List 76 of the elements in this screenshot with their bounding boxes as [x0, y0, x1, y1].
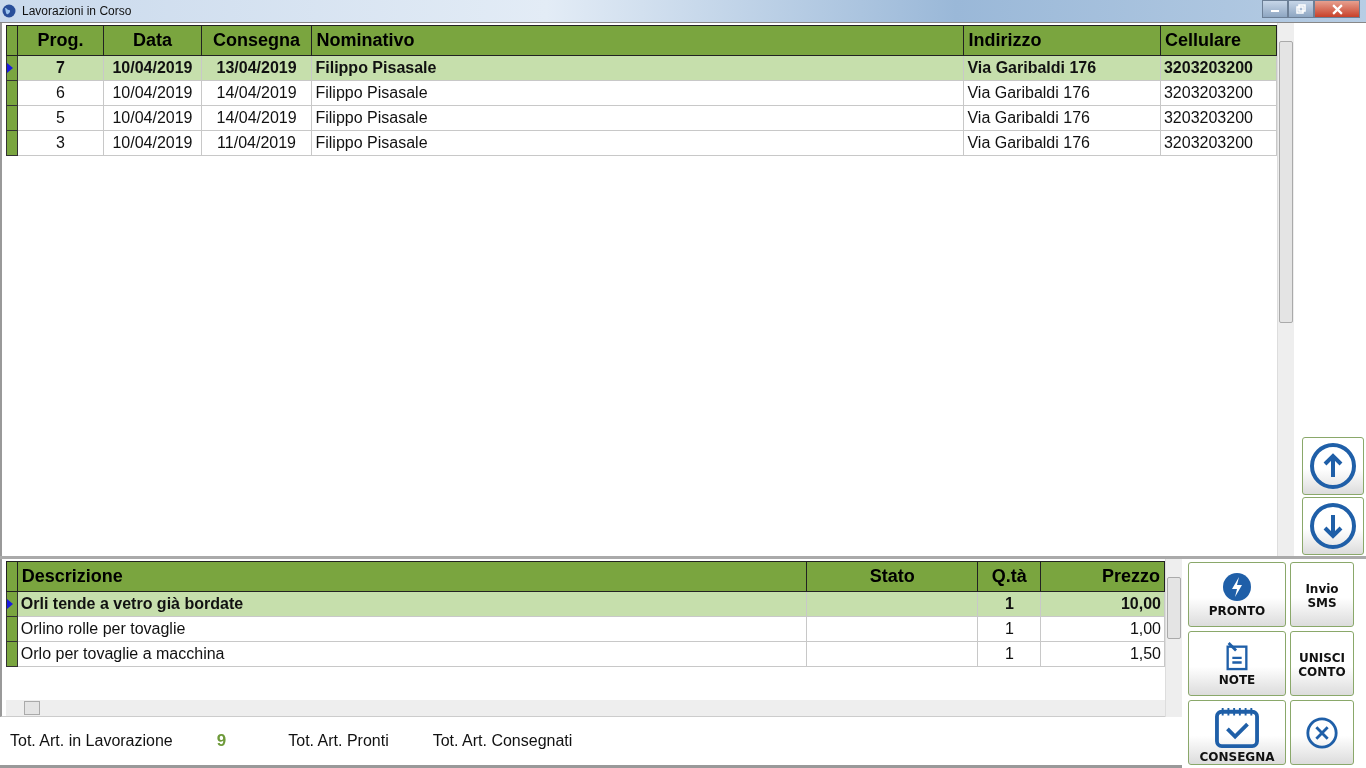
table-cell: 14/04/2019: [201, 105, 312, 131]
column-header: Data: [103, 25, 202, 56]
table-cell: Orlino rolle per tovaglie: [17, 616, 807, 642]
table-cell: 3203203200: [1160, 130, 1277, 156]
action-button[interactable]: NOTE: [1188, 631, 1286, 696]
column-header: Descrizione: [17, 561, 807, 592]
vertical-scrollbar[interactable]: [1277, 23, 1295, 556]
total-label: Tot. Art. Consegnati: [432, 732, 573, 750]
table-cell: 5: [17, 105, 104, 131]
minimize-button[interactable]: [1262, 0, 1288, 18]
table-cell: 14/04/2019: [201, 80, 312, 106]
action-button[interactable]: Invio SMS: [1290, 562, 1354, 627]
column-header: Stato: [806, 561, 978, 592]
table-cell: 10/04/2019: [103, 80, 202, 106]
table-cell: 13/04/2019: [201, 55, 312, 81]
table-cell: 10/04/2019: [103, 130, 202, 156]
header-corner: [6, 25, 18, 56]
close-icon: [1305, 715, 1339, 750]
total-label: Tot. Art. Pronti: [288, 732, 389, 750]
window-title: Lavorazioni in Corso: [22, 4, 132, 18]
row-indicator[interactable]: [6, 105, 18, 131]
scroll-up-button[interactable]: [1302, 437, 1364, 495]
table-cell: Orli tende a vetro già bordate: [17, 591, 807, 617]
row-indicator[interactable]: [6, 591, 18, 617]
table-cell: 3203203200: [1160, 105, 1277, 131]
action-button[interactable]: UNISCI CONTO: [1290, 631, 1354, 696]
column-header: Prezzo: [1040, 561, 1165, 592]
table-cell: 10/04/2019: [103, 55, 202, 81]
calendar-check-icon: [1213, 706, 1261, 748]
table-cell: Filippo Pisasale: [312, 55, 964, 81]
table-cell: 1: [977, 616, 1041, 642]
row-indicator[interactable]: [6, 130, 18, 156]
row-indicator[interactable]: [6, 616, 18, 642]
restore-icon: [1296, 4, 1306, 14]
row-indicator[interactable]: [6, 641, 18, 667]
table-cell: Via Garibaldi 176: [963, 80, 1161, 106]
close-button[interactable]: [1314, 0, 1360, 18]
table-cell: 1,00: [1040, 616, 1165, 642]
row-indicator[interactable]: [6, 80, 18, 106]
row-indicator[interactable]: [6, 55, 18, 81]
horizontal-scrollbar[interactable]: [6, 700, 1165, 716]
vertical-scrollbar[interactable]: [1165, 559, 1182, 717]
table-cell: Via Garibaldi 176: [963, 105, 1161, 131]
globe-icon: [2, 4, 16, 18]
table-cell: Filippo Pisasale: [312, 105, 964, 131]
table-cell: Via Garibaldi 176: [963, 55, 1161, 81]
table-cell: Via Garibaldi 176: [963, 130, 1161, 156]
column-header: Indirizzo: [963, 25, 1161, 56]
column-header: Prog.: [17, 25, 104, 56]
close-button[interactable]: [1290, 700, 1354, 765]
table-cell: 1,50: [1040, 641, 1165, 667]
column-header: Nominativo: [312, 25, 964, 56]
table-cell: 3203203200: [1160, 55, 1277, 81]
table-cell: 3203203200: [1160, 80, 1277, 106]
column-header: Cellulare: [1160, 25, 1277, 56]
table-cell: 6: [17, 80, 104, 106]
header-corner: [6, 561, 18, 592]
table-cell: 10/04/2019: [103, 105, 202, 131]
table-cell: 3: [17, 130, 104, 156]
lightning-icon: [1222, 571, 1252, 602]
scroll-down-button[interactable]: [1302, 497, 1364, 555]
action-button[interactable]: CONSEGNA: [1188, 700, 1286, 765]
action-button[interactable]: PRONTO: [1188, 562, 1286, 627]
table-cell: Orlo per tovaglie a macchina: [17, 641, 807, 667]
table-cell: Filippo Pisasale: [312, 80, 964, 106]
total-value: 9: [216, 731, 227, 751]
table-cell: 7: [17, 55, 104, 81]
close-icon: [1331, 3, 1343, 15]
table-cell: 11/04/2019: [201, 130, 312, 156]
column-header: Q.tà: [977, 561, 1041, 592]
total-label: Tot. Art. in Lavorazione: [10, 732, 173, 750]
table-cell: Filippo Pisasale: [312, 130, 964, 156]
column-header: Consegna: [201, 25, 312, 56]
table-cell: 1: [977, 641, 1041, 667]
restore-button[interactable]: [1288, 0, 1314, 18]
table-cell: 10,00: [1040, 591, 1165, 617]
